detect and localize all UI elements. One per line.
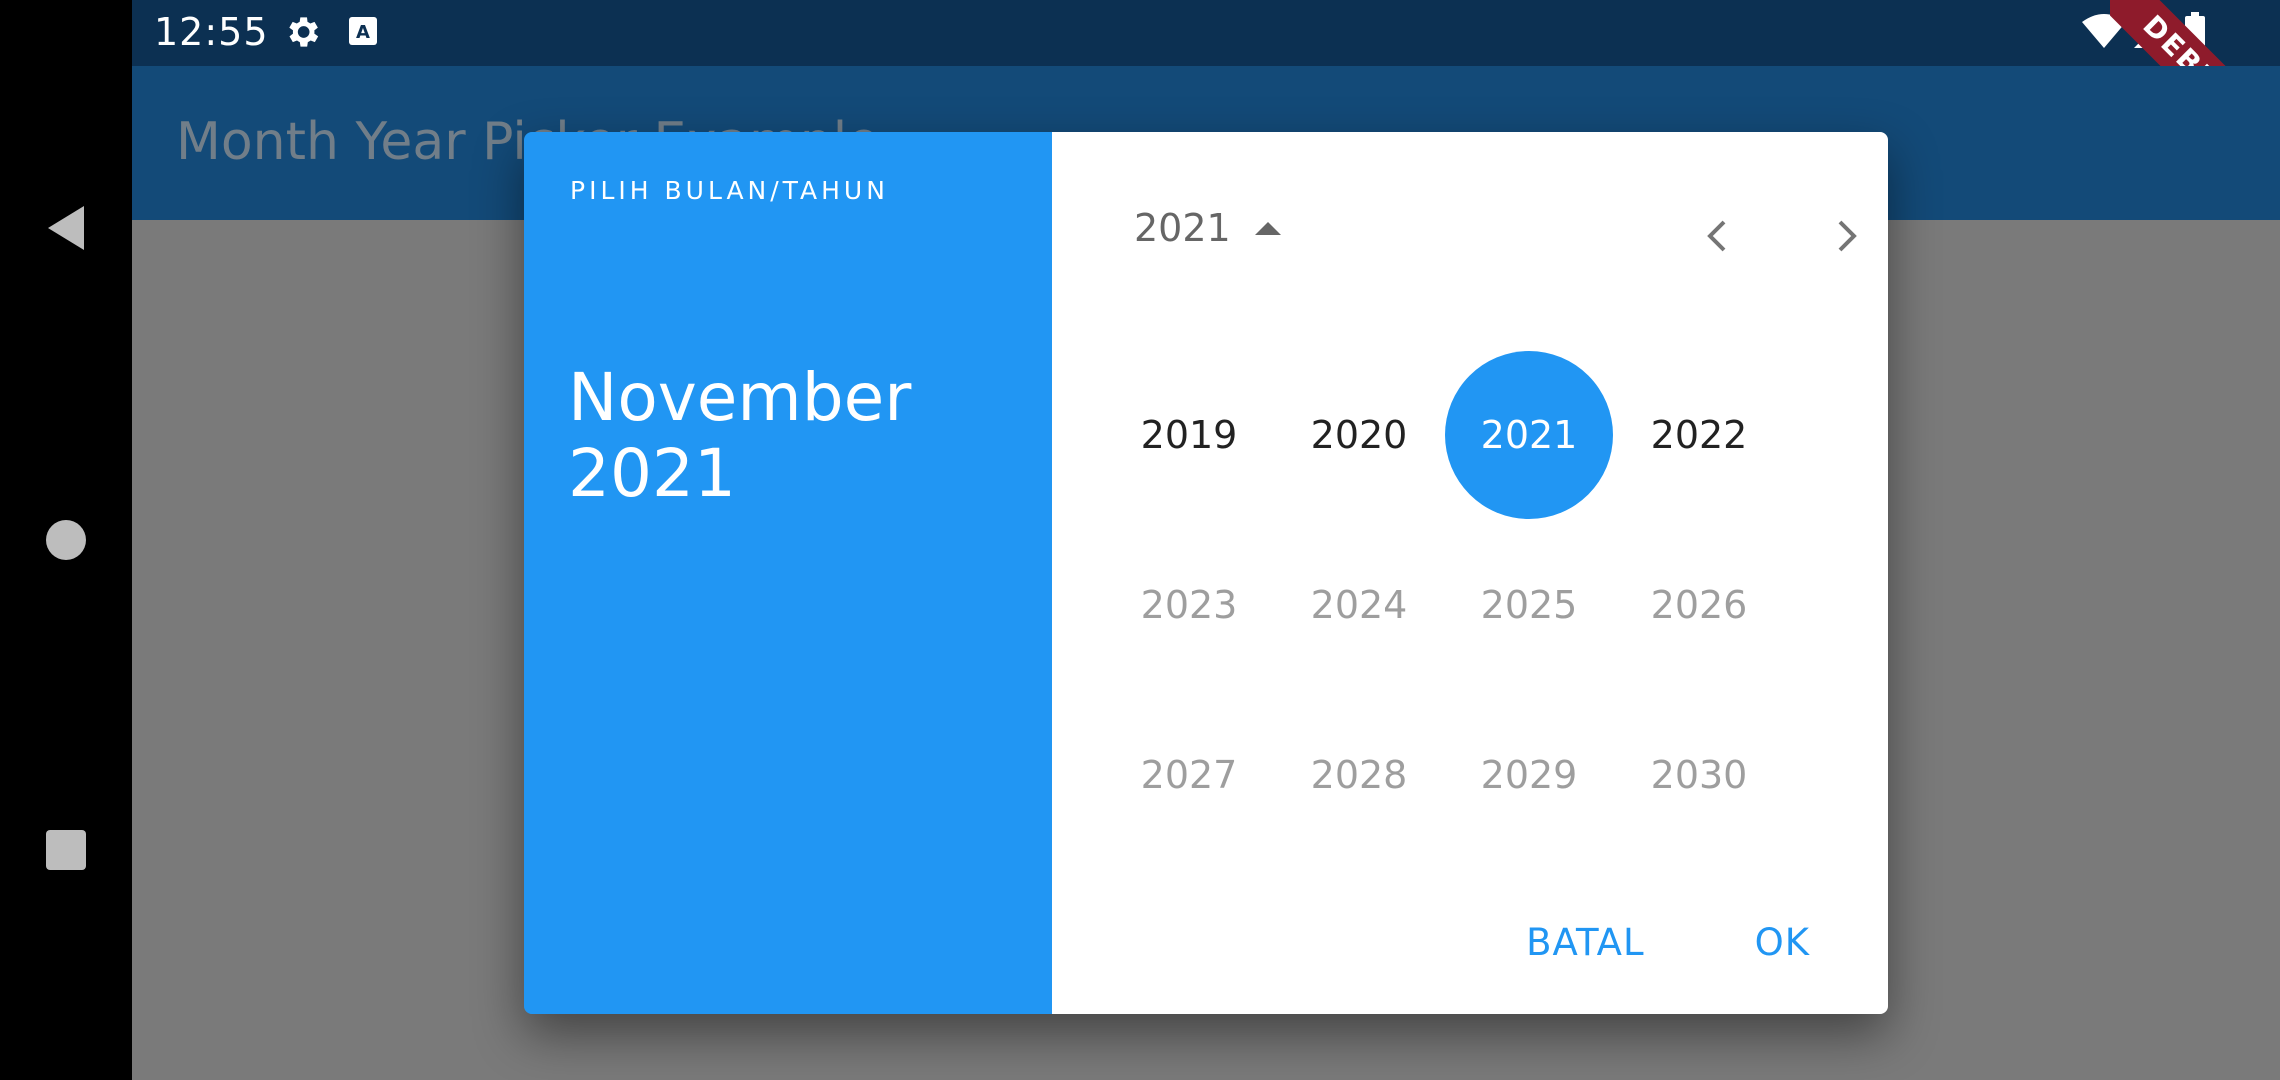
selected-month: November: [568, 359, 912, 436]
year-cell-2026: 2026: [1614, 520, 1784, 690]
year-cell-2024: 2024: [1274, 520, 1444, 690]
year-cell-2020[interactable]: 2020: [1274, 350, 1444, 520]
settings-icon: [289, 17, 319, 47]
year-cell-label: 2022: [1650, 413, 1748, 457]
home-icon: [46, 520, 86, 560]
year-cell-label: 2020: [1310, 413, 1408, 457]
cancel-button[interactable]: BATAL: [1526, 921, 1644, 964]
year-cell-2028: 2028: [1274, 690, 1444, 860]
year-cell-2030: 2030: [1614, 690, 1784, 860]
year-cell-2023: 2023: [1104, 520, 1274, 690]
status-time: 12:55: [154, 10, 269, 54]
ok-button[interactable]: OK: [1755, 921, 1810, 964]
nav-home-button[interactable]: [0, 480, 132, 600]
year-mode-toggle[interactable]: 2021: [1134, 206, 1281, 250]
previous-page-button[interactable]: [1686, 206, 1746, 266]
nav-back-button[interactable]: [0, 168, 132, 288]
next-page-button[interactable]: [1818, 206, 1878, 266]
year-cell-2019[interactable]: 2019: [1104, 350, 1274, 520]
year-grid: 2019 2020 2021 2022 2023 2024 2025 2026 2027 2028…: [1104, 350, 1784, 860]
year-cell-2029: 2029: [1444, 690, 1614, 860]
caret-up-icon: [1254, 221, 1281, 235]
year-cell-label: 2026: [1650, 583, 1748, 627]
dialog-header: PILIH BULAN/TAHUN November 2021: [524, 132, 1052, 1014]
dialog-actions: BATAL OK: [1526, 921, 1810, 964]
year-cell-2027: 2027: [1104, 690, 1274, 860]
selected-year: 2021: [568, 435, 736, 512]
dialog-picker-panel: 2021 2019 2020 2021 2022 2023 2024 2025 2026 202…: [1052, 132, 1888, 1014]
year-cell-label: 2028: [1310, 753, 1408, 797]
system-navigation-bar: [0, 0, 132, 1080]
chevron-left-icon: [1707, 220, 1726, 252]
status-bar: 12:55 A DEBUG: [132, 0, 2280, 170]
year-cell-2022[interactable]: 2022: [1614, 350, 1784, 520]
year-cell-label: 2030: [1650, 753, 1748, 797]
year-cell-label: 2029: [1480, 753, 1578, 797]
year-cell-label: 2025: [1480, 583, 1578, 627]
year-toggle-label: 2021: [1134, 206, 1231, 250]
year-cell-label: 2023: [1140, 583, 1238, 627]
recents-icon: [46, 830, 86, 870]
text-input-icon: A: [349, 17, 377, 45]
year-cell-2021[interactable]: 2021: [1444, 350, 1614, 520]
selected-date-display: November 2021: [568, 360, 1028, 512]
year-cell-label: 2027: [1140, 753, 1238, 797]
year-cell-label: 2024: [1310, 583, 1408, 627]
nav-recents-button[interactable]: [0, 790, 132, 910]
month-year-picker-dialog: PILIH BULAN/TAHUN November 2021 2021 201…: [524, 132, 1888, 1014]
back-icon: [48, 206, 84, 250]
chevron-right-icon: [1838, 220, 1857, 252]
year-cell-label: 2019: [1140, 413, 1238, 457]
svg-text:A: A: [356, 22, 370, 43]
year-cell-label: 2021: [1480, 413, 1578, 457]
dialog-help-text: PILIH BULAN/TAHUN: [570, 176, 889, 205]
year-cell-2025: 2025: [1444, 520, 1614, 690]
